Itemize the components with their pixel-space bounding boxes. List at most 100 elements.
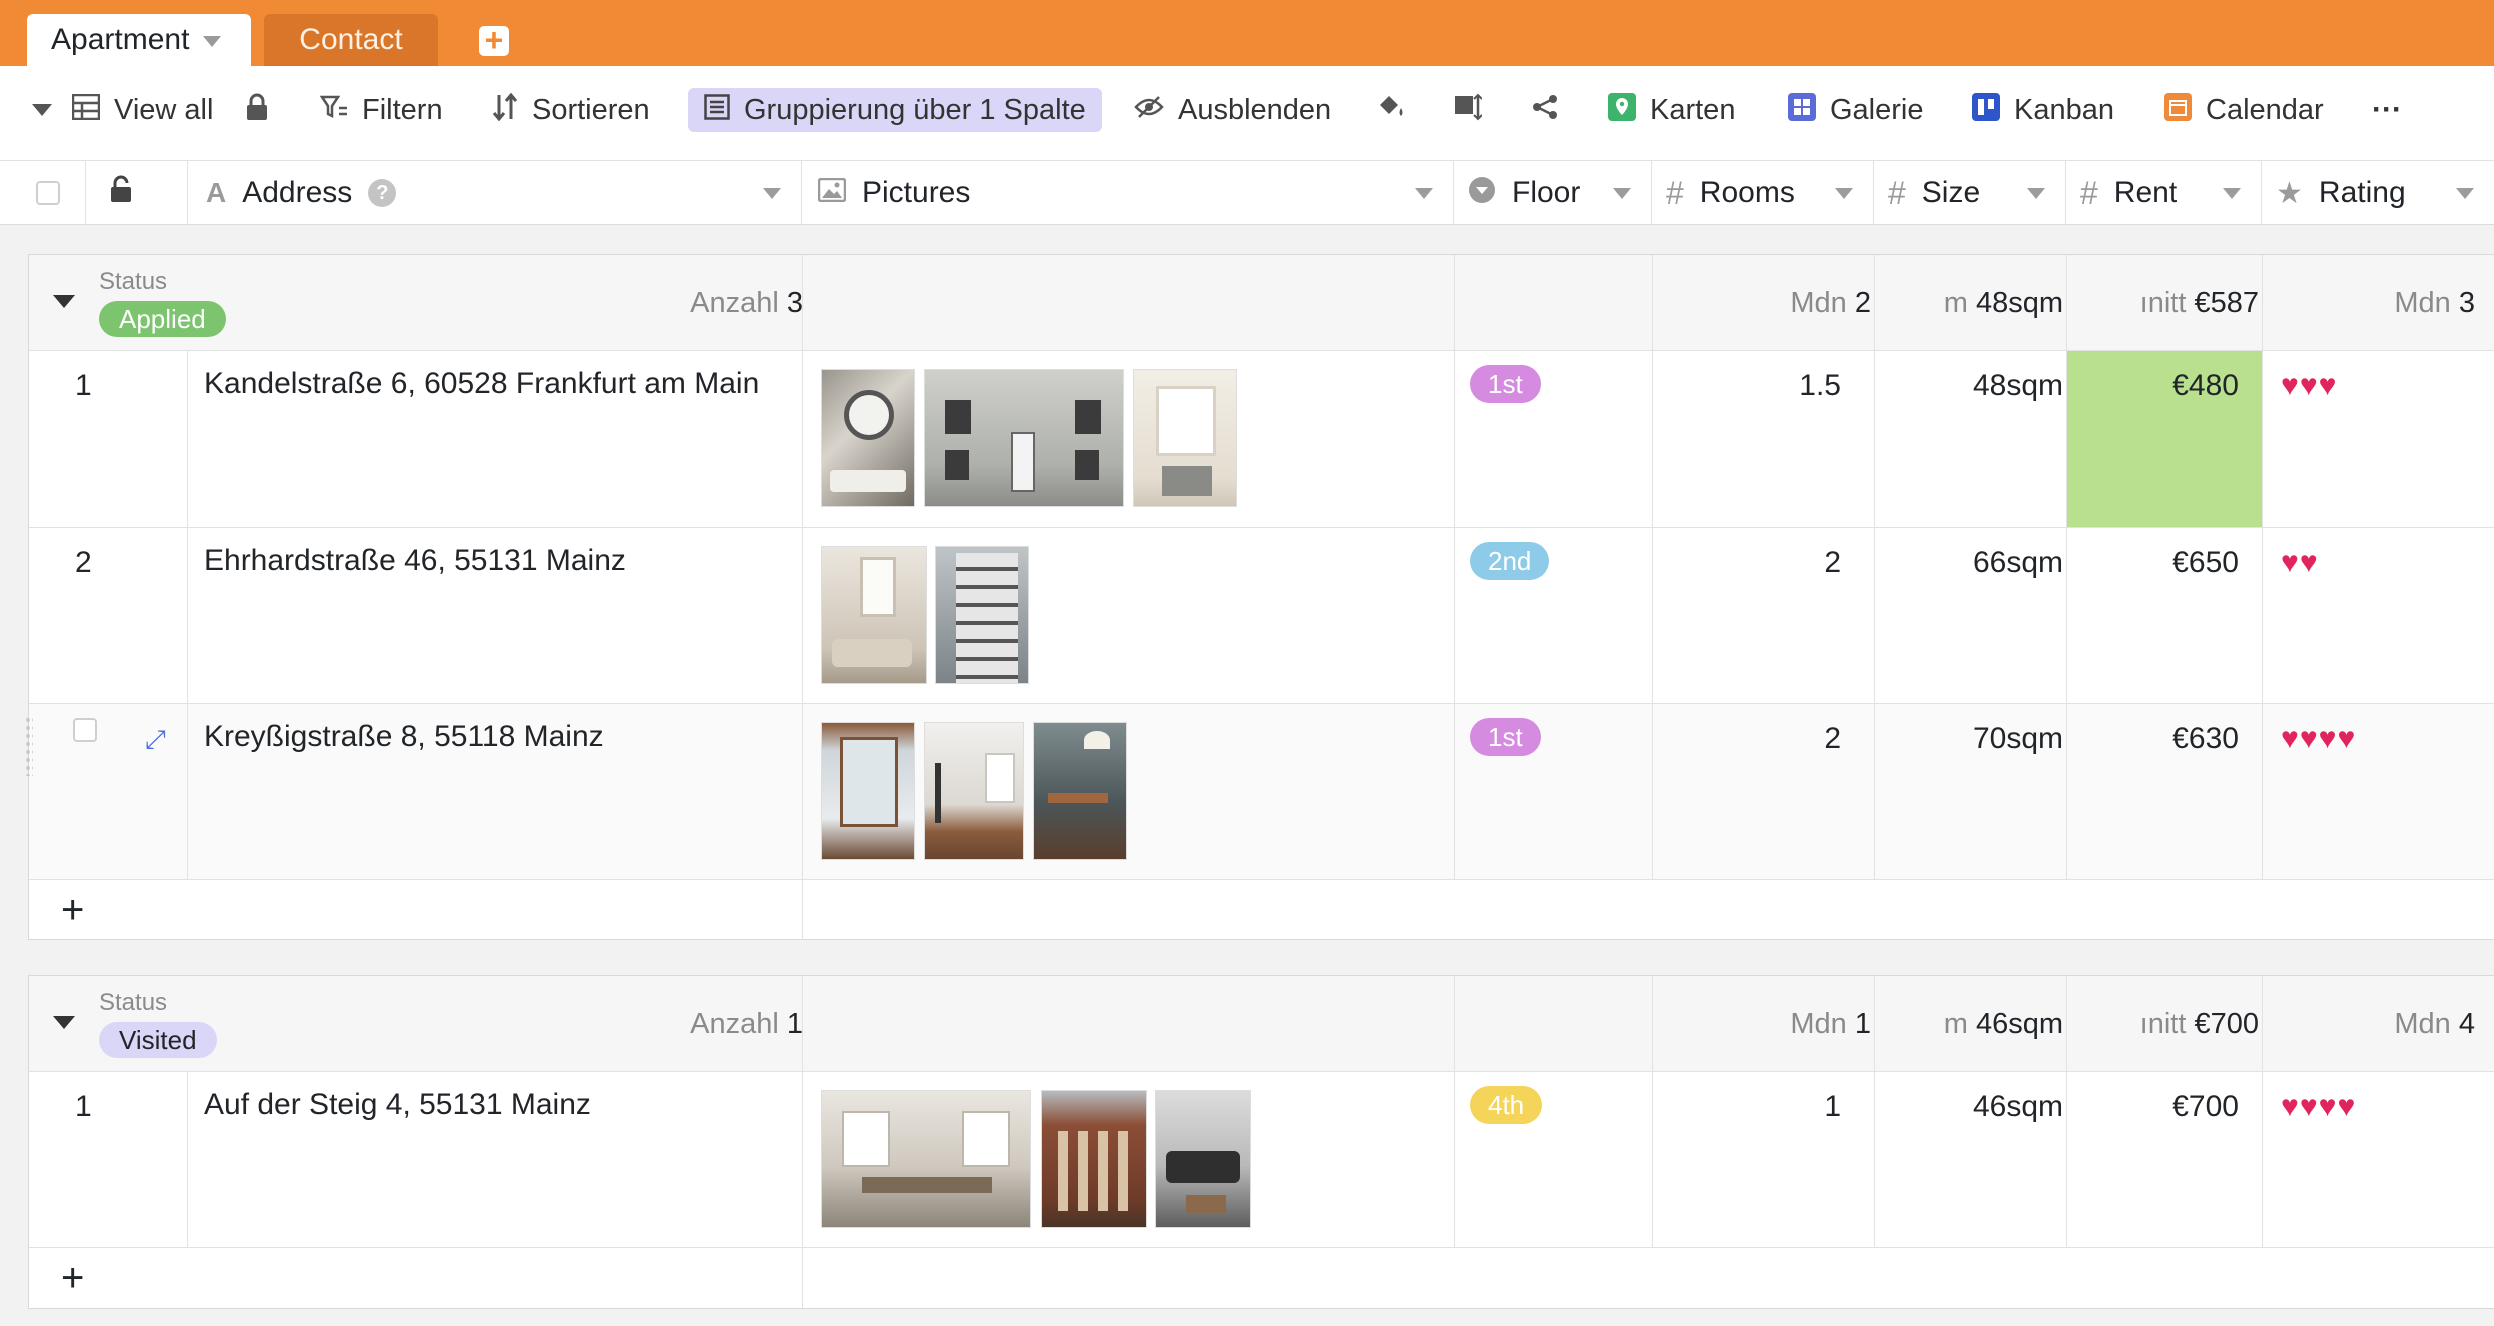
rent-cell[interactable]: €630 <box>2172 722 2239 756</box>
picture-thumbnail[interactable] <box>1133 369 1237 507</box>
rooms-cell[interactable]: 1.5 <box>1799 369 1841 403</box>
picture-thumbnail[interactable] <box>821 1090 1031 1228</box>
sort-button[interactable]: Sortieren <box>492 88 650 132</box>
number-field-icon: # <box>1888 174 1906 211</box>
chevron-down-icon[interactable] <box>1415 188 1433 199</box>
lock-view-button[interactable] <box>246 88 282 132</box>
rooms-cell[interactable]: 1 <box>1824 1090 1841 1124</box>
picture-thumbnail[interactable] <box>935 546 1029 684</box>
picture-thumbnail[interactable] <box>924 722 1024 860</box>
map-plugin-button[interactable]: Karten <box>1608 88 1735 132</box>
tab-apartment[interactable]: Apartment <box>27 14 251 66</box>
rating-summary[interactable]: Mdn 4 <box>2394 1008 2475 1041</box>
column-header-address[interactable]: A Address ? <box>188 161 802 225</box>
rating-hearts[interactable]: ♥♥♥ <box>2281 369 2337 403</box>
table-row[interactable]: ⤢ Kreyßigstraße 8, 55118 Mainz 1st 2 70s… <box>25 704 2494 880</box>
rating-summary[interactable]: Mdn 3 <box>2394 287 2475 320</box>
column-header-rooms[interactable]: # Rooms <box>1652 161 1874 225</box>
column-header-size[interactable]: # Size <box>1874 161 2066 225</box>
chevron-down-icon[interactable] <box>2223 188 2241 199</box>
group-icon <box>704 93 730 127</box>
eye-slash-icon <box>1134 94 1164 126</box>
picture-thumbnail[interactable] <box>1155 1090 1251 1228</box>
add-table-icon[interactable]: + <box>479 24 509 56</box>
rent-cell[interactable]: €480 <box>2172 369 2239 403</box>
add-row[interactable]: + <box>29 880 2494 940</box>
column-header-floor[interactable]: Floor <box>1454 161 1652 225</box>
picture-thumbnail[interactable] <box>821 722 915 860</box>
rent-summary[interactable]: ınitt €587 <box>2140 287 2259 320</box>
address-cell[interactable]: Auf der Steig 4, 55131 Mainz <box>204 1088 591 1122</box>
calendar-plugin-button[interactable]: Calendar <box>2164 88 2324 132</box>
picture-thumbnail[interactable] <box>924 369 1124 507</box>
row-number: 2 <box>75 546 92 579</box>
view-selector-button[interactable]: View all <box>71 88 213 132</box>
rooms-cell[interactable]: 2 <box>1824 546 1841 580</box>
chevron-down-icon[interactable] <box>1613 188 1631 199</box>
rent-cell[interactable]: €700 <box>2172 1090 2239 1124</box>
chevron-down-icon[interactable] <box>2456 188 2474 199</box>
rent-summary[interactable]: ınitt €700 <box>2140 1008 2259 1041</box>
column-header-pictures[interactable]: Pictures <box>802 161 1454 225</box>
view-menu-toggle[interactable] <box>32 88 52 132</box>
filter-button[interactable]: Filtern <box>319 88 443 132</box>
group-button[interactable]: Gruppierung über 1 Spalte <box>688 88 1102 132</box>
add-row[interactable]: + <box>29 1248 2494 1308</box>
size-summary[interactable]: m 48sqm <box>1944 287 2063 320</box>
picture-thumbnail[interactable] <box>1041 1090 1147 1228</box>
tab-contact[interactable]: Contact <box>264 14 438 66</box>
table-row[interactable]: 1 Kandelstraße 6, 60528 Frankfurt am Mai… <box>29 351 2494 528</box>
picture-thumbnail[interactable] <box>1033 722 1127 860</box>
gallery-plugin-button[interactable]: Galerie <box>1788 88 1924 132</box>
size-summary[interactable]: m 46sqm <box>1944 1008 2063 1041</box>
row-height-icon <box>1454 93 1483 128</box>
kanban-plugin-button[interactable]: Kanban <box>1972 88 2114 132</box>
column-header-rent[interactable]: # Rent <box>2066 161 2262 225</box>
floor-badge: 1st <box>1470 718 1541 756</box>
lock-icon[interactable] <box>110 175 132 211</box>
chevron-down-icon[interactable] <box>1835 188 1853 199</box>
picture-thumbnail[interactable] <box>821 546 927 684</box>
table-row[interactable]: 2 Ehrhardstraße 46, 55131 Mainz 2nd 2 66… <box>29 528 2494 704</box>
rooms-summary[interactable]: Mdn 2 <box>1790 287 1871 320</box>
table-icon <box>71 93 101 127</box>
rooms-summary[interactable]: Mdn 1 <box>1790 1008 1871 1041</box>
chevron-down-icon[interactable] <box>203 36 222 47</box>
calendar-plugin-label: Calendar <box>2206 93 2324 126</box>
row-checkbox[interactable] <box>73 718 97 742</box>
select-all-checkbox[interactable] <box>36 181 60 205</box>
row-color-button[interactable] <box>1376 88 1420 132</box>
more-options-button[interactable]: ··· <box>2372 88 2402 132</box>
rating-hearts[interactable]: ♥♥ <box>2281 546 2319 580</box>
chevron-down-icon[interactable] <box>763 188 781 199</box>
hide-fields-button[interactable]: Ausblenden <box>1134 88 1331 132</box>
address-cell[interactable]: Kandelstraße 6, 60528 Frankfurt am Main <box>204 367 759 401</box>
add-row-icon[interactable]: + <box>61 890 84 930</box>
collapse-group-icon[interactable] <box>53 1016 75 1029</box>
lock-icon <box>246 93 268 128</box>
address-cell[interactable]: Ehrhardstraße 46, 55131 Mainz <box>204 544 626 578</box>
drag-handle[interactable] <box>25 716 33 776</box>
rating-hearts[interactable]: ♥♥♥♥ <box>2281 1090 2356 1124</box>
help-icon[interactable]: ? <box>368 179 397 207</box>
expand-row-icon[interactable]: ⤢ <box>145 724 166 756</box>
rent-cell[interactable]: €650 <box>2172 546 2239 580</box>
picture-thumbnail[interactable] <box>821 369 915 507</box>
rooms-cell[interactable]: 2 <box>1824 722 1841 756</box>
size-cell[interactable]: 70sqm <box>1973 722 2063 756</box>
address-cell[interactable]: Kreyßigstraße 8, 55118 Mainz <box>204 720 604 754</box>
paint-bucket-icon <box>1376 93 1406 128</box>
chevron-down-icon[interactable] <box>2027 188 2045 199</box>
share-button[interactable] <box>1532 88 1572 132</box>
size-cell[interactable]: 48sqm <box>1973 369 2063 403</box>
collapse-group-icon[interactable] <box>53 295 75 308</box>
size-cell[interactable]: 66sqm <box>1973 546 2063 580</box>
row-height-button[interactable] <box>1454 88 1496 132</box>
size-cell[interactable]: 46sqm <box>1973 1090 2063 1124</box>
rating-hearts[interactable]: ♥♥♥♥ <box>2281 722 2356 756</box>
add-row-icon[interactable]: + <box>61 1258 84 1298</box>
rating-summary-value: 4 <box>2458 1008 2475 1040</box>
group-header: Status Applied Anzahl 3 Mdn 2 m 48sqm ın… <box>29 255 2494 351</box>
column-header-rating[interactable]: ★ Rating <box>2262 161 2494 225</box>
table-row[interactable]: 1 Auf der Steig 4, 55131 Mainz 4th 1 46s… <box>29 1072 2494 1248</box>
